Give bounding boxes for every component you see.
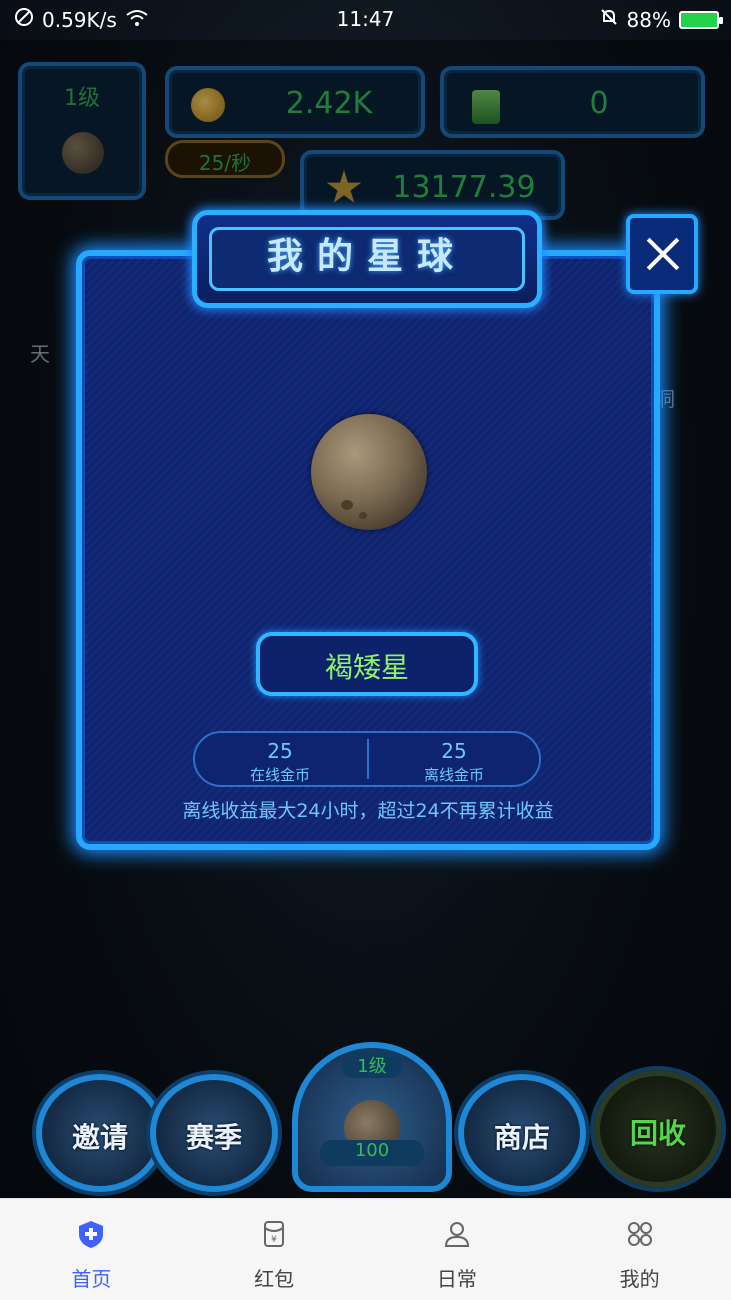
crater: [341, 500, 353, 510]
invite-button[interactable]: 邀请: [36, 1074, 164, 1192]
crater: [359, 512, 367, 519]
offline-earnings-note: 离线收益最大24小时，超过24不再累计收益: [182, 800, 554, 822]
bottom-nav: 首页 ¥ 红包 日常 我的: [0, 1198, 731, 1300]
planet-build-slot[interactable]: 1级 100: [292, 1042, 452, 1192]
nav-red-packet[interactable]: ¥ 红包: [183, 1199, 366, 1300]
shop-button[interactable]: 商店: [458, 1074, 586, 1192]
coin-stats: 25 在线金币 25 离线金币: [193, 731, 541, 787]
nav-daily[interactable]: 日常: [366, 1199, 549, 1300]
recycle-button[interactable]: 回收: [594, 1070, 722, 1188]
shield-plus-icon: [76, 1219, 106, 1249]
slot-level: 1级: [342, 1052, 402, 1078]
grid-icon: [625, 1219, 655, 1249]
nav-red-packet-label: 红包: [254, 1267, 295, 1291]
red-packet-icon: ¥: [259, 1219, 289, 1249]
status-right: 88%: [599, 7, 723, 32]
mute-bell-icon: [599, 7, 619, 32]
planet-name: 褐矮星: [324, 651, 409, 684]
nav-home[interactable]: 首页: [0, 1199, 183, 1300]
dialog-title-plate: 我的星球: [192, 210, 542, 308]
online-coins-label: 在线金币: [249, 766, 310, 784]
season-label: 赛季: [185, 1121, 242, 1154]
offline-coins-value: 25: [441, 739, 467, 763]
shop-label: 商店: [493, 1121, 550, 1154]
recycle-label: 回收: [629, 1117, 686, 1150]
close-button[interactable]: [626, 214, 698, 294]
dialog-title: 我的星球: [266, 236, 467, 277]
battery-icon: [679, 10, 723, 29]
season-button[interactable]: 赛季: [150, 1074, 278, 1192]
status-bar: 0.59K/s 11:47 88%: [0, 0, 731, 40]
battery-percent: 88%: [626, 7, 671, 32]
offline-coins: 25 离线金币: [369, 739, 539, 785]
offline-coins-label: 离线金币: [423, 766, 484, 784]
svg-text:¥: ¥: [271, 1235, 277, 1245]
nav-home-label: 首页: [71, 1267, 112, 1291]
invite-label: 邀请: [71, 1121, 128, 1154]
nav-mine[interactable]: 我的: [548, 1199, 731, 1300]
slot-cost: 100: [320, 1140, 424, 1166]
online-coins-value: 25: [267, 739, 293, 763]
nav-daily-label: 日常: [436, 1267, 477, 1291]
planet-image: [311, 414, 427, 530]
online-coins: 25 在线金币: [195, 739, 365, 785]
nav-mine-label: 我的: [619, 1267, 660, 1291]
user-icon: [442, 1219, 472, 1249]
planet-name-plate: 褐矮星: [256, 632, 478, 696]
